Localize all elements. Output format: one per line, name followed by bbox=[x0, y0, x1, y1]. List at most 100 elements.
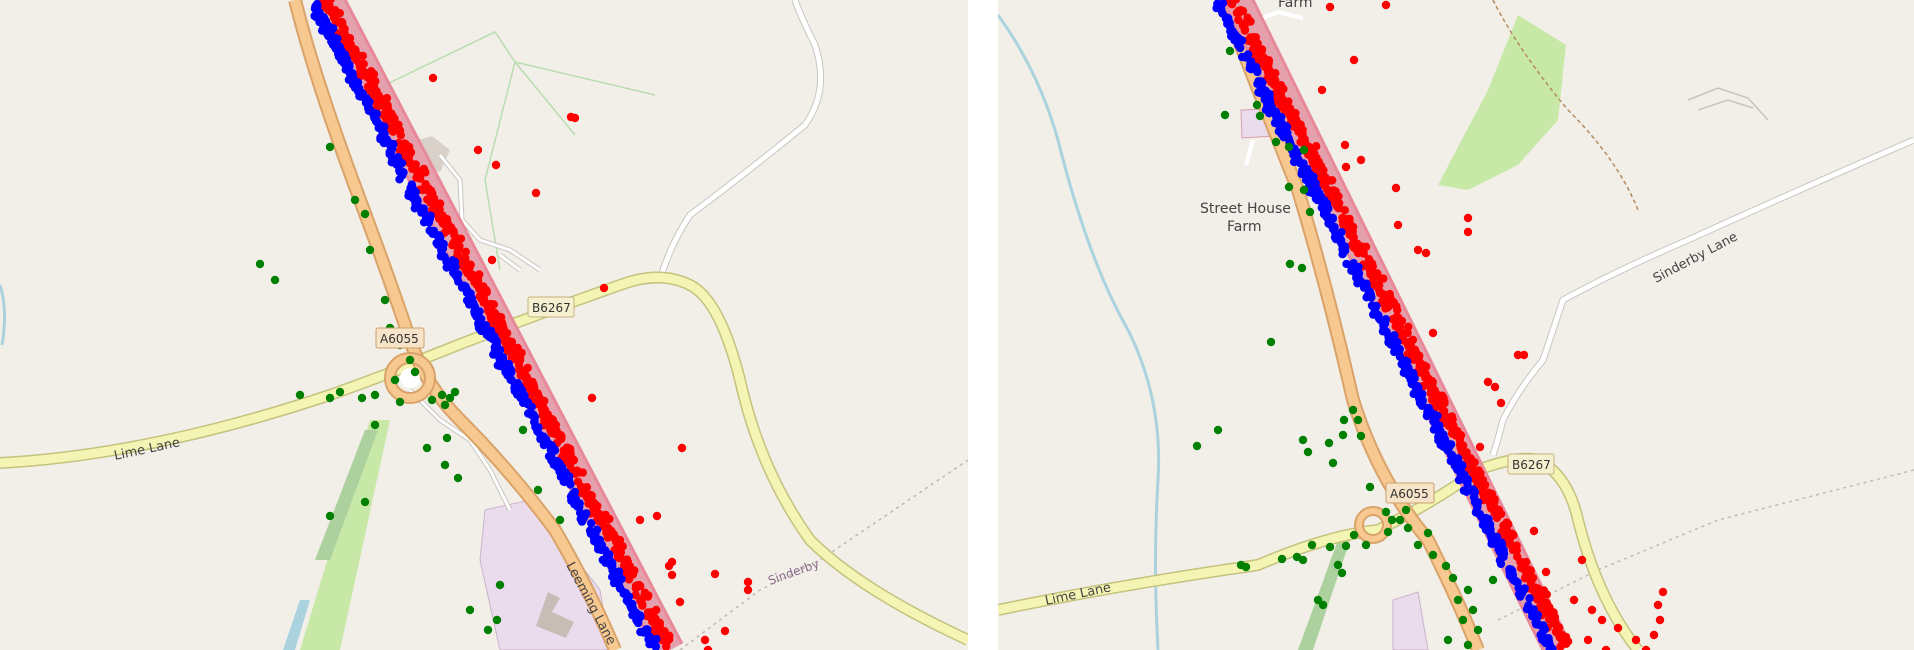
data-point bbox=[1510, 542, 1520, 551]
data-point bbox=[1463, 640, 1473, 650]
data-point bbox=[1303, 447, 1313, 457]
data-point bbox=[528, 377, 537, 387]
data-point bbox=[398, 140, 407, 149]
data-point bbox=[1446, 450, 1456, 459]
data-point bbox=[1277, 554, 1287, 564]
data-point bbox=[449, 263, 458, 272]
data-point bbox=[390, 375, 400, 385]
data-point bbox=[677, 443, 687, 453]
data-point bbox=[360, 209, 370, 219]
data-point bbox=[1238, 6, 1248, 16]
data-point bbox=[1338, 250, 1347, 259]
data-point bbox=[604, 557, 613, 566]
data-point bbox=[1293, 155, 1302, 164]
data-point bbox=[649, 616, 658, 625]
data-point bbox=[612, 543, 622, 553]
field-boundary bbox=[384, 31, 656, 136]
data-point bbox=[1259, 85, 1268, 94]
data-point bbox=[1284, 142, 1294, 152]
data-point bbox=[1413, 245, 1423, 255]
data-point bbox=[629, 608, 638, 618]
data-point bbox=[1271, 137, 1281, 147]
data-point bbox=[1297, 263, 1307, 273]
data-point bbox=[1266, 337, 1276, 347]
data-point bbox=[1319, 210, 1329, 219]
data-point bbox=[1427, 376, 1437, 386]
data-point bbox=[1428, 550, 1438, 560]
data-point bbox=[387, 154, 397, 163]
data-point bbox=[1534, 588, 1544, 597]
data-point bbox=[424, 184, 433, 193]
data-point bbox=[1384, 332, 1393, 342]
data-point bbox=[1356, 155, 1366, 165]
data-point bbox=[1441, 561, 1451, 571]
data-point bbox=[1271, 76, 1280, 85]
wood-area bbox=[1298, 540, 1350, 650]
data-point bbox=[1529, 526, 1539, 536]
map-panel-right[interactable]: Farm Street House Farm Sinderby Lane Lim… bbox=[998, 0, 1914, 650]
data-point bbox=[1305, 207, 1315, 217]
data-point bbox=[395, 175, 404, 184]
data-point bbox=[555, 515, 565, 525]
data-point bbox=[1213, 425, 1223, 435]
data-point bbox=[376, 135, 385, 144]
data-point bbox=[1310, 155, 1320, 165]
data-point bbox=[325, 1, 334, 10]
minor-road-casing bbox=[656, 0, 825, 281]
map-canvas-right[interactable]: Farm Street House Farm Sinderby Lane Lim… bbox=[998, 0, 1914, 650]
data-point bbox=[311, 2, 320, 11]
data-point bbox=[1299, 137, 1308, 146]
data-point bbox=[720, 626, 730, 636]
data-point bbox=[1532, 616, 1541, 626]
data-point bbox=[465, 605, 475, 615]
data-point bbox=[616, 584, 625, 593]
data-point bbox=[326, 28, 335, 37]
data-point bbox=[462, 258, 471, 267]
shield-label-b6267: B6267 bbox=[532, 301, 571, 315]
data-point bbox=[1468, 605, 1478, 615]
data-point bbox=[1339, 415, 1349, 425]
data-point bbox=[506, 375, 515, 384]
data-point bbox=[1253, 66, 1262, 76]
data-point bbox=[433, 231, 442, 240]
data-point bbox=[1278, 120, 1287, 129]
data-point bbox=[1328, 213, 1337, 223]
data-point bbox=[387, 109, 396, 118]
data-point bbox=[1631, 635, 1641, 645]
data-point bbox=[533, 485, 543, 495]
data-point bbox=[1362, 279, 1371, 288]
data-point bbox=[1485, 498, 1495, 507]
data-point bbox=[1349, 55, 1359, 65]
data-point bbox=[1655, 615, 1665, 625]
data-point bbox=[1653, 600, 1663, 610]
data-point bbox=[531, 188, 541, 198]
data-point bbox=[358, 51, 367, 61]
data-point bbox=[1516, 563, 1526, 573]
data-point bbox=[432, 238, 441, 248]
data-point bbox=[1381, 0, 1391, 10]
data-point bbox=[1333, 560, 1343, 570]
data-point bbox=[440, 460, 450, 470]
data-point bbox=[1299, 185, 1309, 195]
data-point bbox=[552, 456, 562, 466]
data-point bbox=[1475, 442, 1485, 452]
map-canvas-left[interactable]: Lime Lane B6267 A6055 Sinderby Leeming L… bbox=[0, 0, 968, 650]
data-point bbox=[610, 573, 620, 582]
data-point bbox=[335, 9, 344, 18]
data-point bbox=[1418, 396, 1427, 405]
data-point bbox=[743, 577, 753, 587]
data-point bbox=[651, 641, 660, 650]
shield-label-b6267: B6267 bbox=[1512, 458, 1551, 472]
data-point bbox=[743, 585, 753, 595]
data-point bbox=[337, 17, 346, 27]
grass-area bbox=[300, 420, 390, 650]
data-points-right bbox=[1192, 0, 1668, 650]
data-point bbox=[1478, 487, 1487, 497]
data-point bbox=[395, 126, 405, 135]
data-point bbox=[449, 239, 458, 248]
data-point bbox=[1613, 623, 1623, 633]
data-point bbox=[491, 160, 501, 170]
data-point bbox=[365, 70, 375, 79]
data-point bbox=[1435, 421, 1444, 430]
map-panel-left[interactable]: Lime Lane B6267 A6055 Sinderby Leeming L… bbox=[0, 0, 968, 650]
